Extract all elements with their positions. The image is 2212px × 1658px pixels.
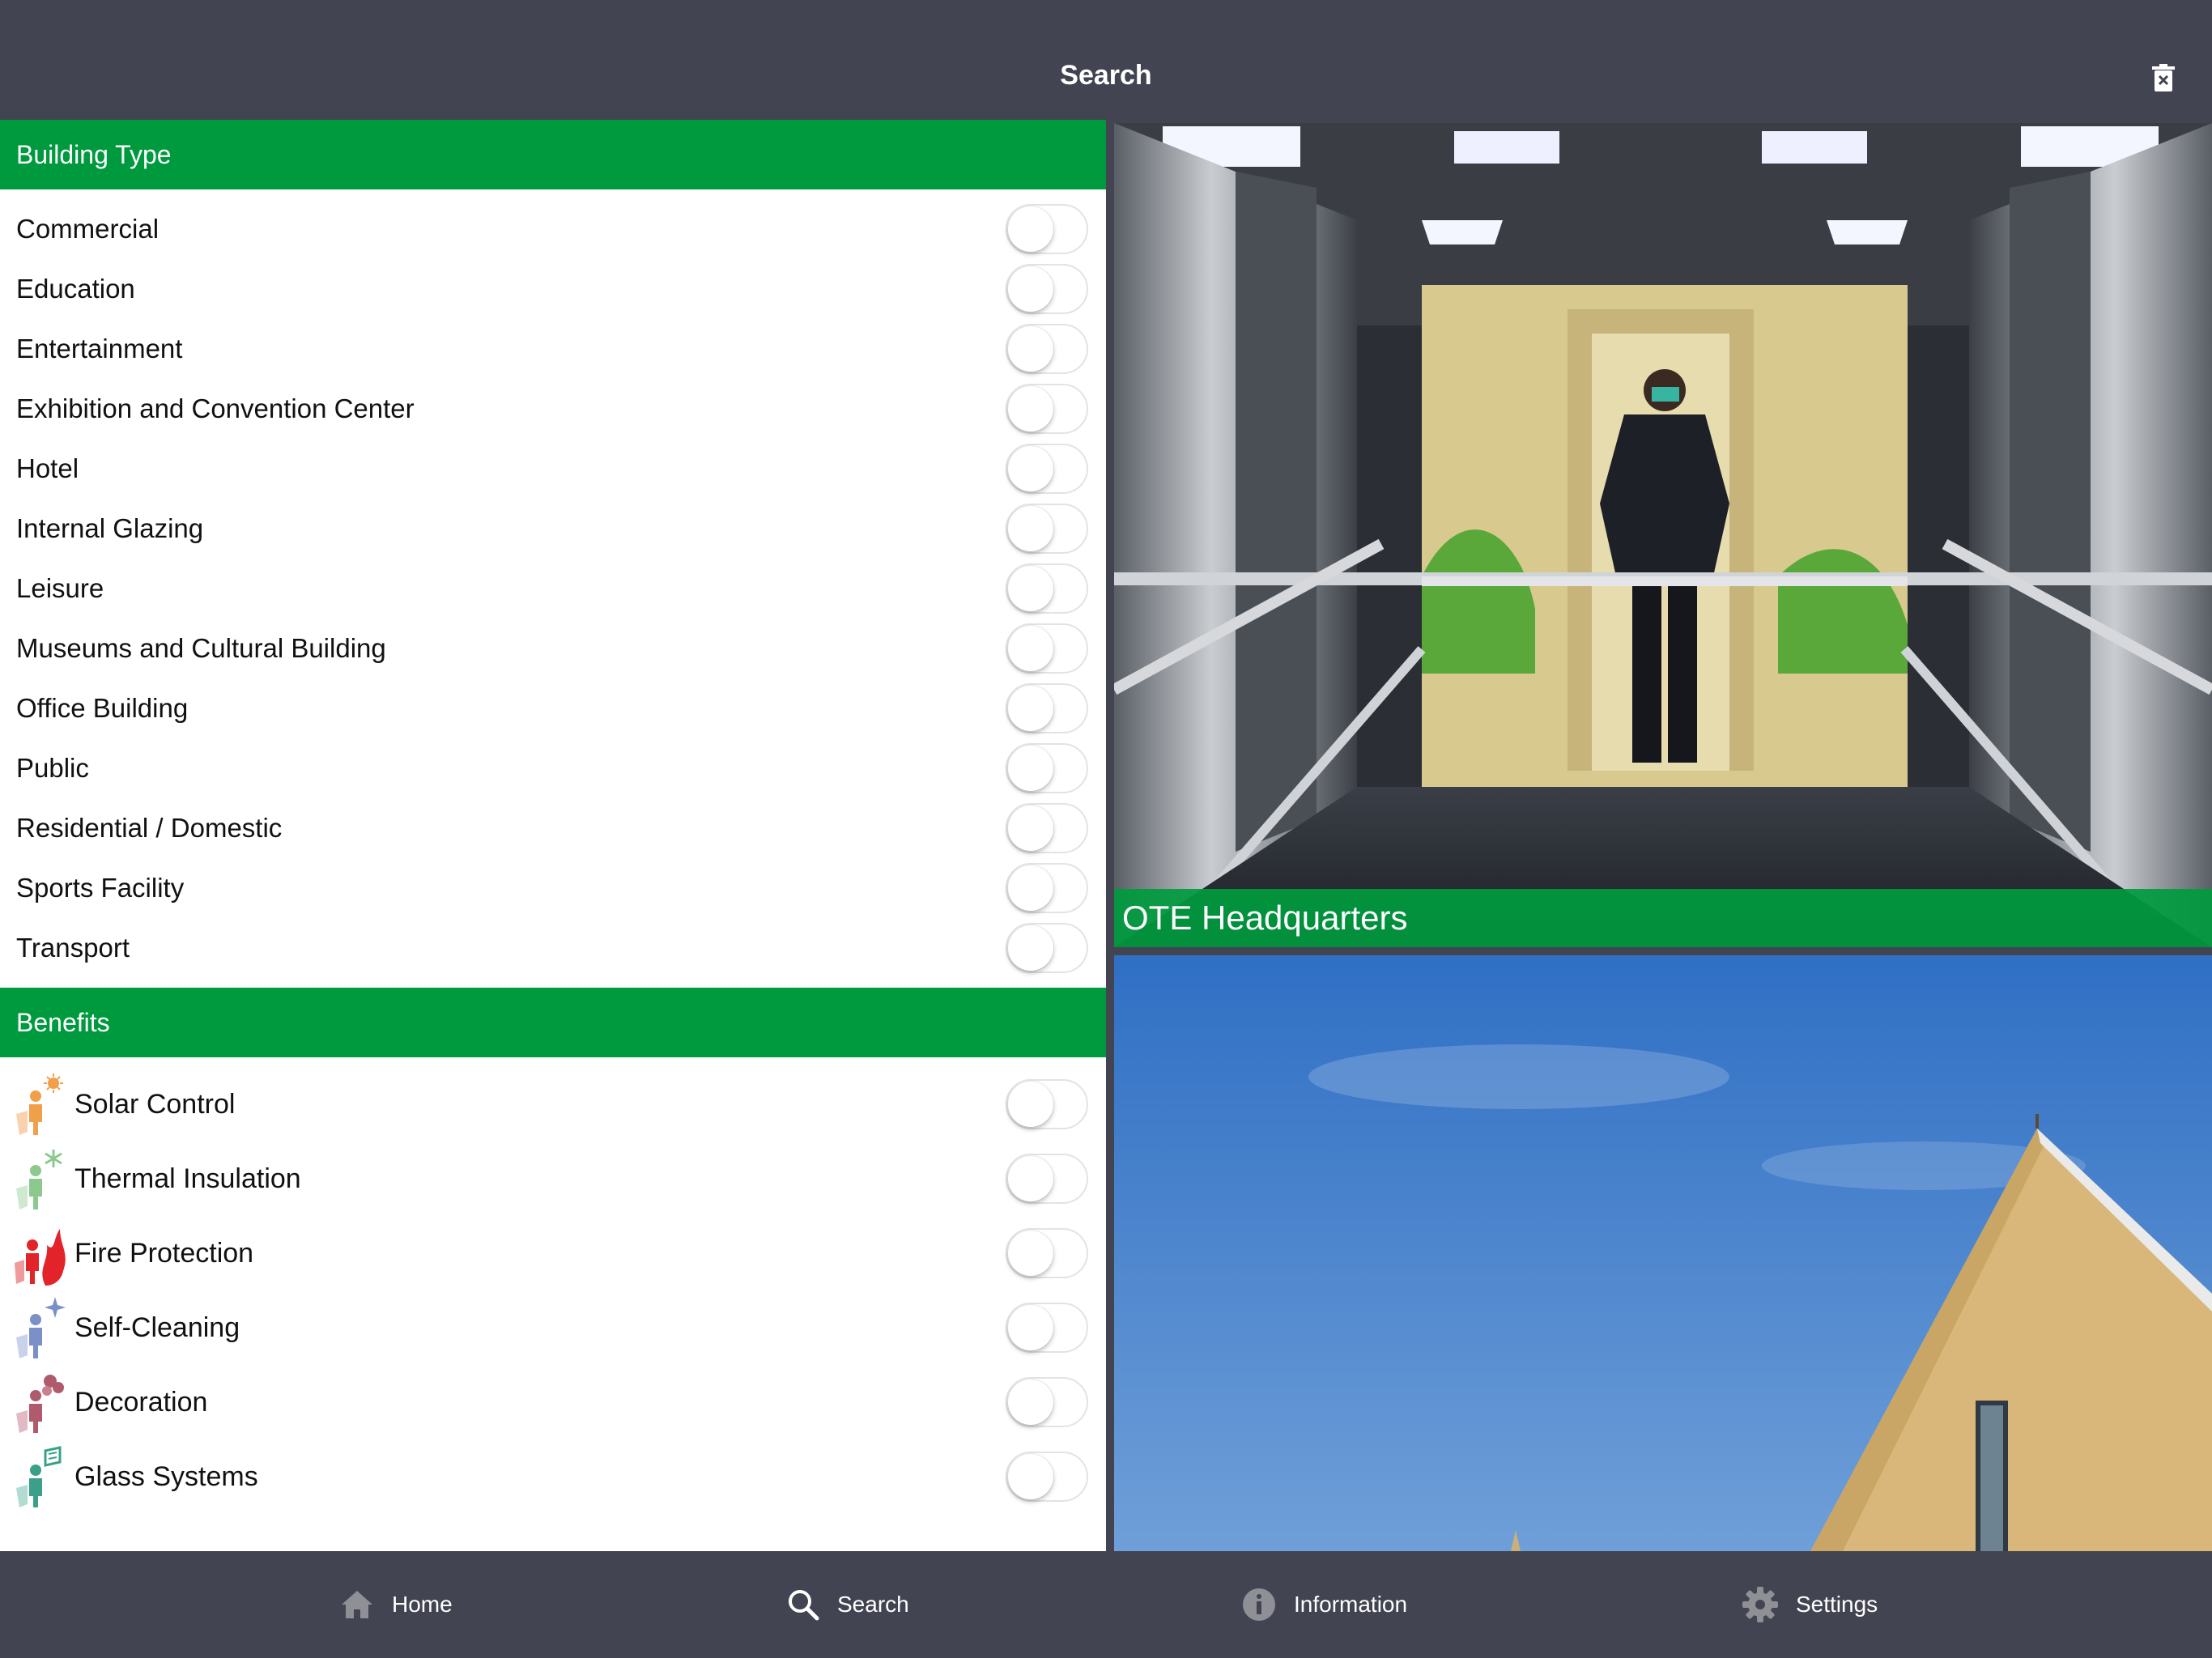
list-item-label: Residential / Domestic <box>16 813 283 843</box>
list-item[interactable]: Decoration <box>0 1365 1106 1439</box>
list-item[interactable]: Hotel <box>0 439 1106 499</box>
glass-systems-icon <box>16 1446 62 1507</box>
benefits-list: Solar Control Thermal Insulation Fire Pr… <box>0 1057 1106 1514</box>
list-item[interactable]: Sports Facility <box>0 858 1106 918</box>
list-item[interactable]: Thermal Insulation <box>0 1141 1106 1216</box>
list-item-label: Decoration <box>74 1386 208 1418</box>
toggle-switch[interactable] <box>1006 1154 1088 1204</box>
tab-settings[interactable]: Settings <box>1742 1551 1878 1658</box>
fire-protection-icon <box>15 1229 66 1286</box>
clear-filters-button[interactable] <box>2147 62 2180 94</box>
list-item-label: Thermal Insulation <box>74 1163 301 1194</box>
toggle-switch[interactable] <box>1006 563 1088 614</box>
solar-control-icon <box>16 1073 63 1135</box>
tab-label: Home <box>392 1592 453 1617</box>
decoration-icon <box>16 1375 64 1433</box>
tab-label: Information <box>1294 1592 1408 1617</box>
list-item[interactable]: Fire Protection <box>0 1216 1106 1290</box>
result-card-title: OTE Headquarters <box>1114 889 2212 947</box>
gear-icon <box>1742 1587 1778 1622</box>
list-item-label: Solar Control <box>74 1088 236 1120</box>
search-icon <box>789 1590 819 1621</box>
section-header-building-type: Building Type <box>0 120 1106 189</box>
toggle-switch[interactable] <box>1006 1228 1088 1278</box>
toggle-switch[interactable] <box>1006 444 1088 494</box>
tab-label: Search <box>837 1592 909 1617</box>
toggle-switch[interactable] <box>1006 1377 1088 1427</box>
list-item-label: Public <box>16 753 89 783</box>
list-item-label: Education <box>16 274 135 304</box>
home-icon <box>342 1591 372 1618</box>
tab-home[interactable]: Home <box>340 1551 453 1658</box>
self-cleaning-icon <box>16 1297 66 1358</box>
building-type-list: Commercial Education Entertainment Exhib… <box>0 189 1106 988</box>
section-header-benefits: Benefits <box>0 988 1106 1057</box>
toggle-switch[interactable] <box>1006 863 1088 913</box>
toggle-switch[interactable] <box>1006 264 1088 314</box>
tab-bar: Home Search Information Settings <box>0 1551 2212 1658</box>
toggle-switch[interactable] <box>1006 1303 1088 1353</box>
list-item-label: Internal Glazing <box>16 513 204 543</box>
navigation-bar: Search <box>0 0 2212 120</box>
list-item[interactable]: Internal Glazing <box>0 499 1106 559</box>
list-item[interactable]: Office Building <box>0 678 1106 738</box>
list-item[interactable]: Public <box>0 738 1106 798</box>
list-item[interactable]: Residential / Domestic <box>0 798 1106 858</box>
result-photo-elevator <box>1114 123 2212 947</box>
toggle-switch[interactable] <box>1006 1079 1088 1129</box>
list-item-label: Office Building <box>16 693 189 723</box>
list-item-label: Commercial <box>16 214 160 244</box>
list-item-label: Transport <box>16 933 130 963</box>
list-item[interactable]: Museums and Cultural Building <box>0 619 1106 678</box>
filter-panel[interactable]: Building Type Commercial Education Enter… <box>0 120 1106 1551</box>
list-item-label: Museums and Cultural Building <box>16 633 386 663</box>
list-item-label: Entertainment <box>16 334 183 363</box>
trash-icon <box>2152 64 2175 91</box>
toggle-switch[interactable] <box>1006 803 1088 853</box>
page-title: Search <box>1060 60 1152 91</box>
tab-search[interactable]: Search <box>787 1551 909 1658</box>
toggle-switch[interactable] <box>1006 683 1088 733</box>
list-item[interactable]: Entertainment <box>0 319 1106 379</box>
toggle-switch[interactable] <box>1006 1452 1088 1502</box>
tab-label: Settings <box>1796 1592 1878 1617</box>
thermal-insulation-icon <box>16 1150 62 1209</box>
panel-divider <box>1106 120 1114 1551</box>
list-item-label: Glass Systems <box>74 1460 258 1492</box>
tab-information[interactable]: Information <box>1242 1551 1407 1658</box>
result-photo-building <box>1114 955 2212 1551</box>
list-item[interactable]: Glass Systems <box>0 1439 1106 1514</box>
list-item-label: Sports Facility <box>16 873 185 903</box>
list-item[interactable]: Solar Control <box>0 1067 1106 1141</box>
toggle-switch[interactable] <box>1006 204 1088 254</box>
toggle-switch[interactable] <box>1006 504 1088 554</box>
toggle-switch[interactable] <box>1006 923 1088 973</box>
list-item-label: Hotel <box>16 453 79 483</box>
list-item[interactable]: Exhibition and Convention Center <box>0 379 1106 439</box>
info-icon <box>1243 1588 1275 1621</box>
list-item[interactable]: Commercial <box>0 199 1106 259</box>
toggle-switch[interactable] <box>1006 384 1088 434</box>
list-item[interactable]: Self-Cleaning <box>0 1290 1106 1365</box>
toggle-switch[interactable] <box>1006 324 1088 374</box>
list-item[interactable]: Transport <box>0 918 1106 978</box>
list-item-label: Exhibition and Convention Center <box>16 393 415 423</box>
list-item-label: Leisure <box>16 573 104 603</box>
list-item-label: Fire Protection <box>74 1237 254 1269</box>
results-panel[interactable]: OTE Headquarters <box>1114 120 2212 1551</box>
result-card[interactable]: OTE Headquarters <box>1114 123 2212 947</box>
list-item-label: Self-Cleaning <box>74 1312 240 1343</box>
list-item[interactable]: Education <box>0 259 1106 319</box>
list-item[interactable]: Leisure <box>0 559 1106 619</box>
result-card[interactable] <box>1114 955 2212 1551</box>
toggle-switch[interactable] <box>1006 743 1088 793</box>
toggle-switch[interactable] <box>1006 623 1088 674</box>
